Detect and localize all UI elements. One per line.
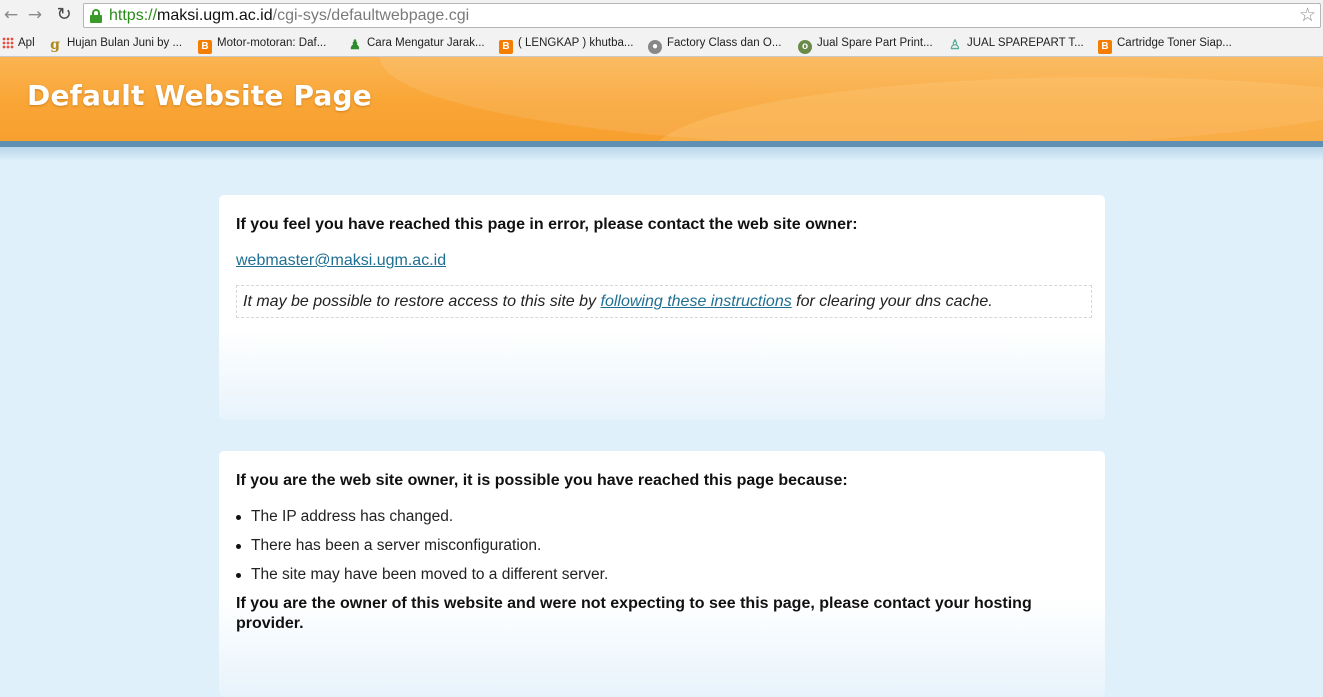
bookmark-item[interactable]: ♟ Cara Mengatur Jarak... — [348, 35, 485, 52]
bookmark-label: Apl — [18, 37, 35, 49]
page-title: Default Website Page — [27, 79, 372, 112]
bookmarks-bar: Apl g Hujan Bulan Juni by ... B Motor-moto… — [0, 31, 1323, 56]
browser-toolbar: ← → ↻ https://maksi.ugm.ac.id/cgi-sys/de… — [0, 0, 1323, 31]
url-path: /cgi-sys/defaultwebpage.cgi — [272, 7, 470, 24]
round-icon: ● — [648, 40, 662, 54]
g-icon: g — [50, 37, 60, 53]
bookmark-item[interactable]: ● Factory Class dan O... — [648, 35, 782, 54]
browser-chrome: ← → ↻ https://maksi.ugm.ac.id/cgi-sys/de… — [0, 0, 1323, 57]
owner-heading: If you are the web site owner, it is pos… — [236, 472, 848, 489]
url-scheme: https:// — [109, 7, 158, 24]
bookmark-label: ( LENGKAP ) khutba... — [518, 37, 634, 49]
owner-info-box: If you are the web site owner, it is pos… — [219, 451, 1105, 697]
bookmark-item[interactable]: B ( LENGKAP ) khutba... — [499, 35, 634, 54]
apps-grid-icon — [2, 37, 14, 49]
figure-icon: ♙ — [949, 37, 961, 52]
owl-icon: o — [798, 40, 812, 54]
page-header: Default Website Page — [0, 57, 1323, 141]
list-item: There has been a server misconfiguration… — [236, 536, 608, 565]
dns-instructions-link[interactable]: following these instructions — [601, 293, 792, 310]
bookmark-label: Factory Class dan O... — [667, 37, 782, 49]
bookmark-item[interactable]: o Jual Spare Part Print... — [798, 35, 933, 54]
blogger-icon: B — [198, 40, 212, 54]
bookmark-item[interactable]: ♙ JUAL SPAREPART T... — [948, 35, 1084, 52]
bookmark-label: JUAL SPAREPART T... — [967, 37, 1084, 49]
header-shadow — [0, 147, 1323, 161]
bookmark-label: Hujan Bulan Juni by ... — [67, 37, 183, 49]
bookmark-label: Jual Spare Part Print... — [817, 37, 933, 49]
error-heading: If you feel you have reached this page i… — [236, 216, 858, 233]
list-item: The site may have been moved to a differ… — [236, 565, 608, 594]
error-contact-box: If you feel you have reached this page i… — [219, 195, 1105, 420]
lock-icon[interactable] — [90, 9, 102, 23]
back-arrow-icon[interactable]: ← — [0, 4, 22, 26]
forward-arrow-icon[interactable]: → — [24, 4, 46, 26]
bookmark-label: Cartridge Toner Siap... — [1117, 37, 1232, 49]
bookmark-label: Motor-motoran: Daf... — [217, 37, 327, 49]
bookmark-item[interactable]: B Cartridge Toner Siap... — [1098, 35, 1232, 54]
webmaster-email-link[interactable]: webmaster@maksi.ugm.ac.id — [236, 252, 446, 270]
reload-icon[interactable]: ↻ — [53, 4, 75, 26]
bookmark-apps[interactable]: Apl — [2, 35, 35, 52]
dns-note-prefix: It may be possible to restore access to … — [243, 293, 601, 310]
dns-cache-note: It may be possible to restore access to … — [236, 285, 1092, 318]
url-text[interactable]: https://maksi.ugm.ac.id/cgi-sys/defaultw… — [109, 6, 469, 26]
star-icon[interactable]: ☆ — [1299, 4, 1316, 27]
reasons-list: The IP address has changed. There has be… — [236, 507, 608, 594]
url-host: maksi.ugm.ac.id — [157, 7, 273, 24]
bookmark-label: Cara Mengatur Jarak... — [367, 37, 485, 49]
address-bar[interactable]: https://maksi.ugm.ac.id/cgi-sys/defaultw… — [83, 3, 1321, 28]
green-figure-icon: ♟ — [349, 37, 361, 52]
blogger-icon: B — [1098, 40, 1112, 54]
hosting-provider-note: If you are the owner of this website and… — [236, 595, 1032, 632]
list-item: The IP address has changed. — [236, 507, 608, 536]
bookmark-item[interactable]: B Motor-motoran: Daf... — [198, 35, 327, 54]
dns-note-suffix: for clearing your dns cache. — [791, 293, 993, 310]
bookmark-item[interactable]: g Hujan Bulan Juni by ... — [48, 35, 182, 52]
blogger-icon: B — [499, 40, 513, 54]
